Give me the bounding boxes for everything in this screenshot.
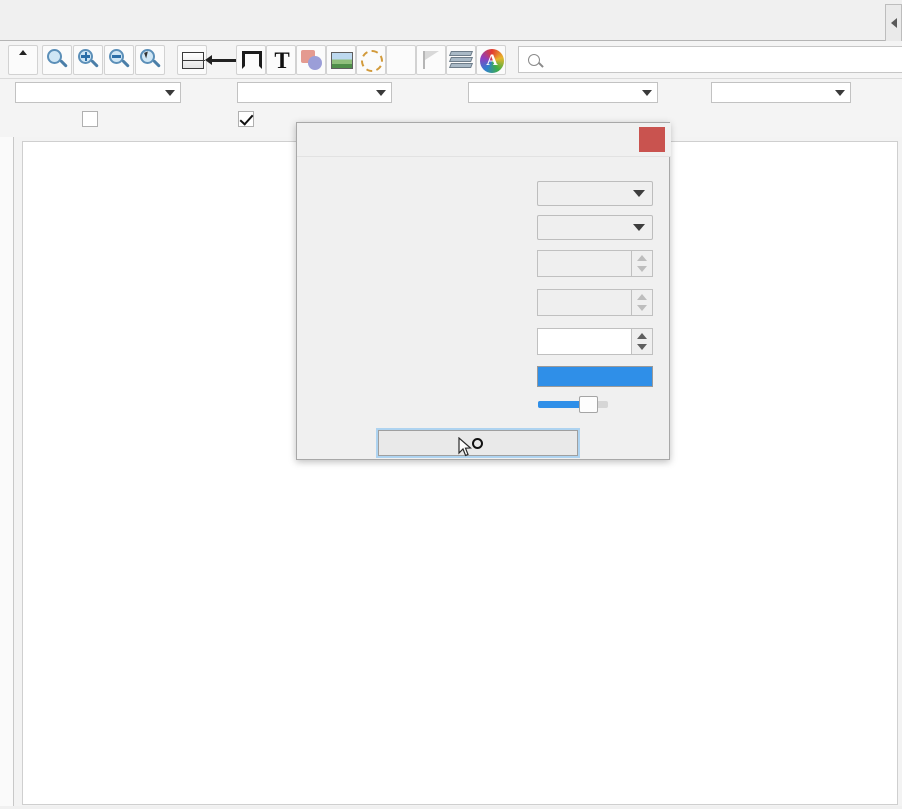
chevron-down-icon	[642, 89, 652, 96]
image-button[interactable]	[326, 45, 356, 75]
shape-button[interactable]	[296, 45, 326, 75]
zoom-in-button[interactable]	[73, 45, 103, 75]
rectangle-button[interactable]	[236, 45, 266, 75]
tab-scroll-left-button[interactable]	[885, 4, 902, 42]
checkbox-box	[82, 111, 98, 127]
resize-button[interactable]	[205, 45, 243, 75]
stepper-down-icon[interactable]	[632, 342, 652, 355]
text-button[interactable]: T	[266, 45, 296, 75]
vertical-ruler	[0, 137, 14, 809]
chevron-down-icon	[376, 89, 386, 96]
checkbox-box-checked	[238, 111, 254, 127]
seat-number-icon	[361, 50, 383, 72]
resize-arrows-icon	[205, 55, 243, 65]
check-social-distancing-button[interactable]	[376, 428, 580, 458]
freeze-floor-plan-checkbox[interactable]	[82, 111, 105, 127]
colour-picker-button[interactable]	[537, 366, 653, 387]
tab-bar	[0, 0, 902, 42]
ruler-divider	[13, 137, 14, 809]
filter-row	[0, 79, 902, 107]
tables-filter-select[interactable]	[711, 82, 851, 103]
seats-filter-group	[10, 82, 181, 103]
places-filter-group	[463, 82, 658, 103]
dialog-title-bar	[297, 123, 671, 157]
flag-icon	[423, 51, 439, 69]
search-icon	[528, 53, 540, 66]
main-toolbar: T A	[0, 41, 902, 79]
slider-knob[interactable]	[579, 396, 598, 413]
seat-number-button[interactable]	[356, 45, 386, 75]
text-icon: T	[274, 48, 290, 73]
close-button[interactable]	[639, 127, 665, 152]
stepper-buttons[interactable]	[631, 328, 653, 355]
chevron-down-icon	[633, 224, 645, 231]
search-input[interactable]	[547, 50, 887, 69]
spacing-side-with-seats-stepper	[537, 250, 653, 277]
ruler-icon	[182, 52, 205, 69]
zoom-out-button[interactable]	[104, 45, 134, 75]
spacing-between-seats-stepper[interactable]	[537, 328, 653, 355]
spacing-side-without-seats-value	[537, 289, 631, 316]
spacing-side-with-seats-value	[537, 250, 631, 277]
stepper-buttons	[631, 289, 653, 316]
dialog-body	[297, 157, 671, 461]
up-arrow-icon	[19, 50, 27, 55]
search-box[interactable]	[518, 46, 902, 73]
ruler-button[interactable]	[177, 45, 207, 75]
chevron-down-icon	[835, 89, 845, 96]
hide-checkbox[interactable]	[238, 111, 261, 127]
mouse-cursor	[458, 437, 472, 457]
rectangle-icon	[242, 51, 262, 69]
seats-filter-select[interactable]	[15, 82, 181, 103]
spacing-between-seats-value[interactable]	[537, 328, 631, 355]
colour-alpha-icon: A	[480, 49, 504, 73]
space-select[interactable]	[537, 181, 653, 206]
less-toolbar-button[interactable]	[8, 45, 38, 75]
transparency-slider[interactable]	[538, 395, 608, 413]
chevron-down-icon	[165, 89, 175, 96]
chevron-down-icon	[633, 190, 645, 197]
display-filter-select[interactable]	[237, 82, 392, 103]
stepper-buttons	[631, 250, 653, 277]
display-filter-group	[232, 82, 392, 103]
spacing-side-without-seats-stepper	[537, 289, 653, 316]
grid-dots-button[interactable]	[386, 45, 416, 75]
colour-alpha-button[interactable]: A	[476, 45, 506, 75]
stepper-up-icon[interactable]	[632, 329, 652, 342]
layers-button[interactable]	[446, 45, 476, 75]
floor-plan-application: T A	[0, 0, 902, 809]
zoom-button[interactable]	[42, 45, 72, 75]
zoom-select-button[interactable]	[135, 45, 165, 75]
units-select[interactable]	[537, 215, 653, 240]
flag-button[interactable]	[416, 45, 446, 75]
tables-filter-group	[706, 82, 851, 103]
image-icon	[331, 52, 353, 69]
places-filter-select[interactable]	[468, 82, 658, 103]
table-seat-spacing-dialog	[296, 122, 671, 461]
